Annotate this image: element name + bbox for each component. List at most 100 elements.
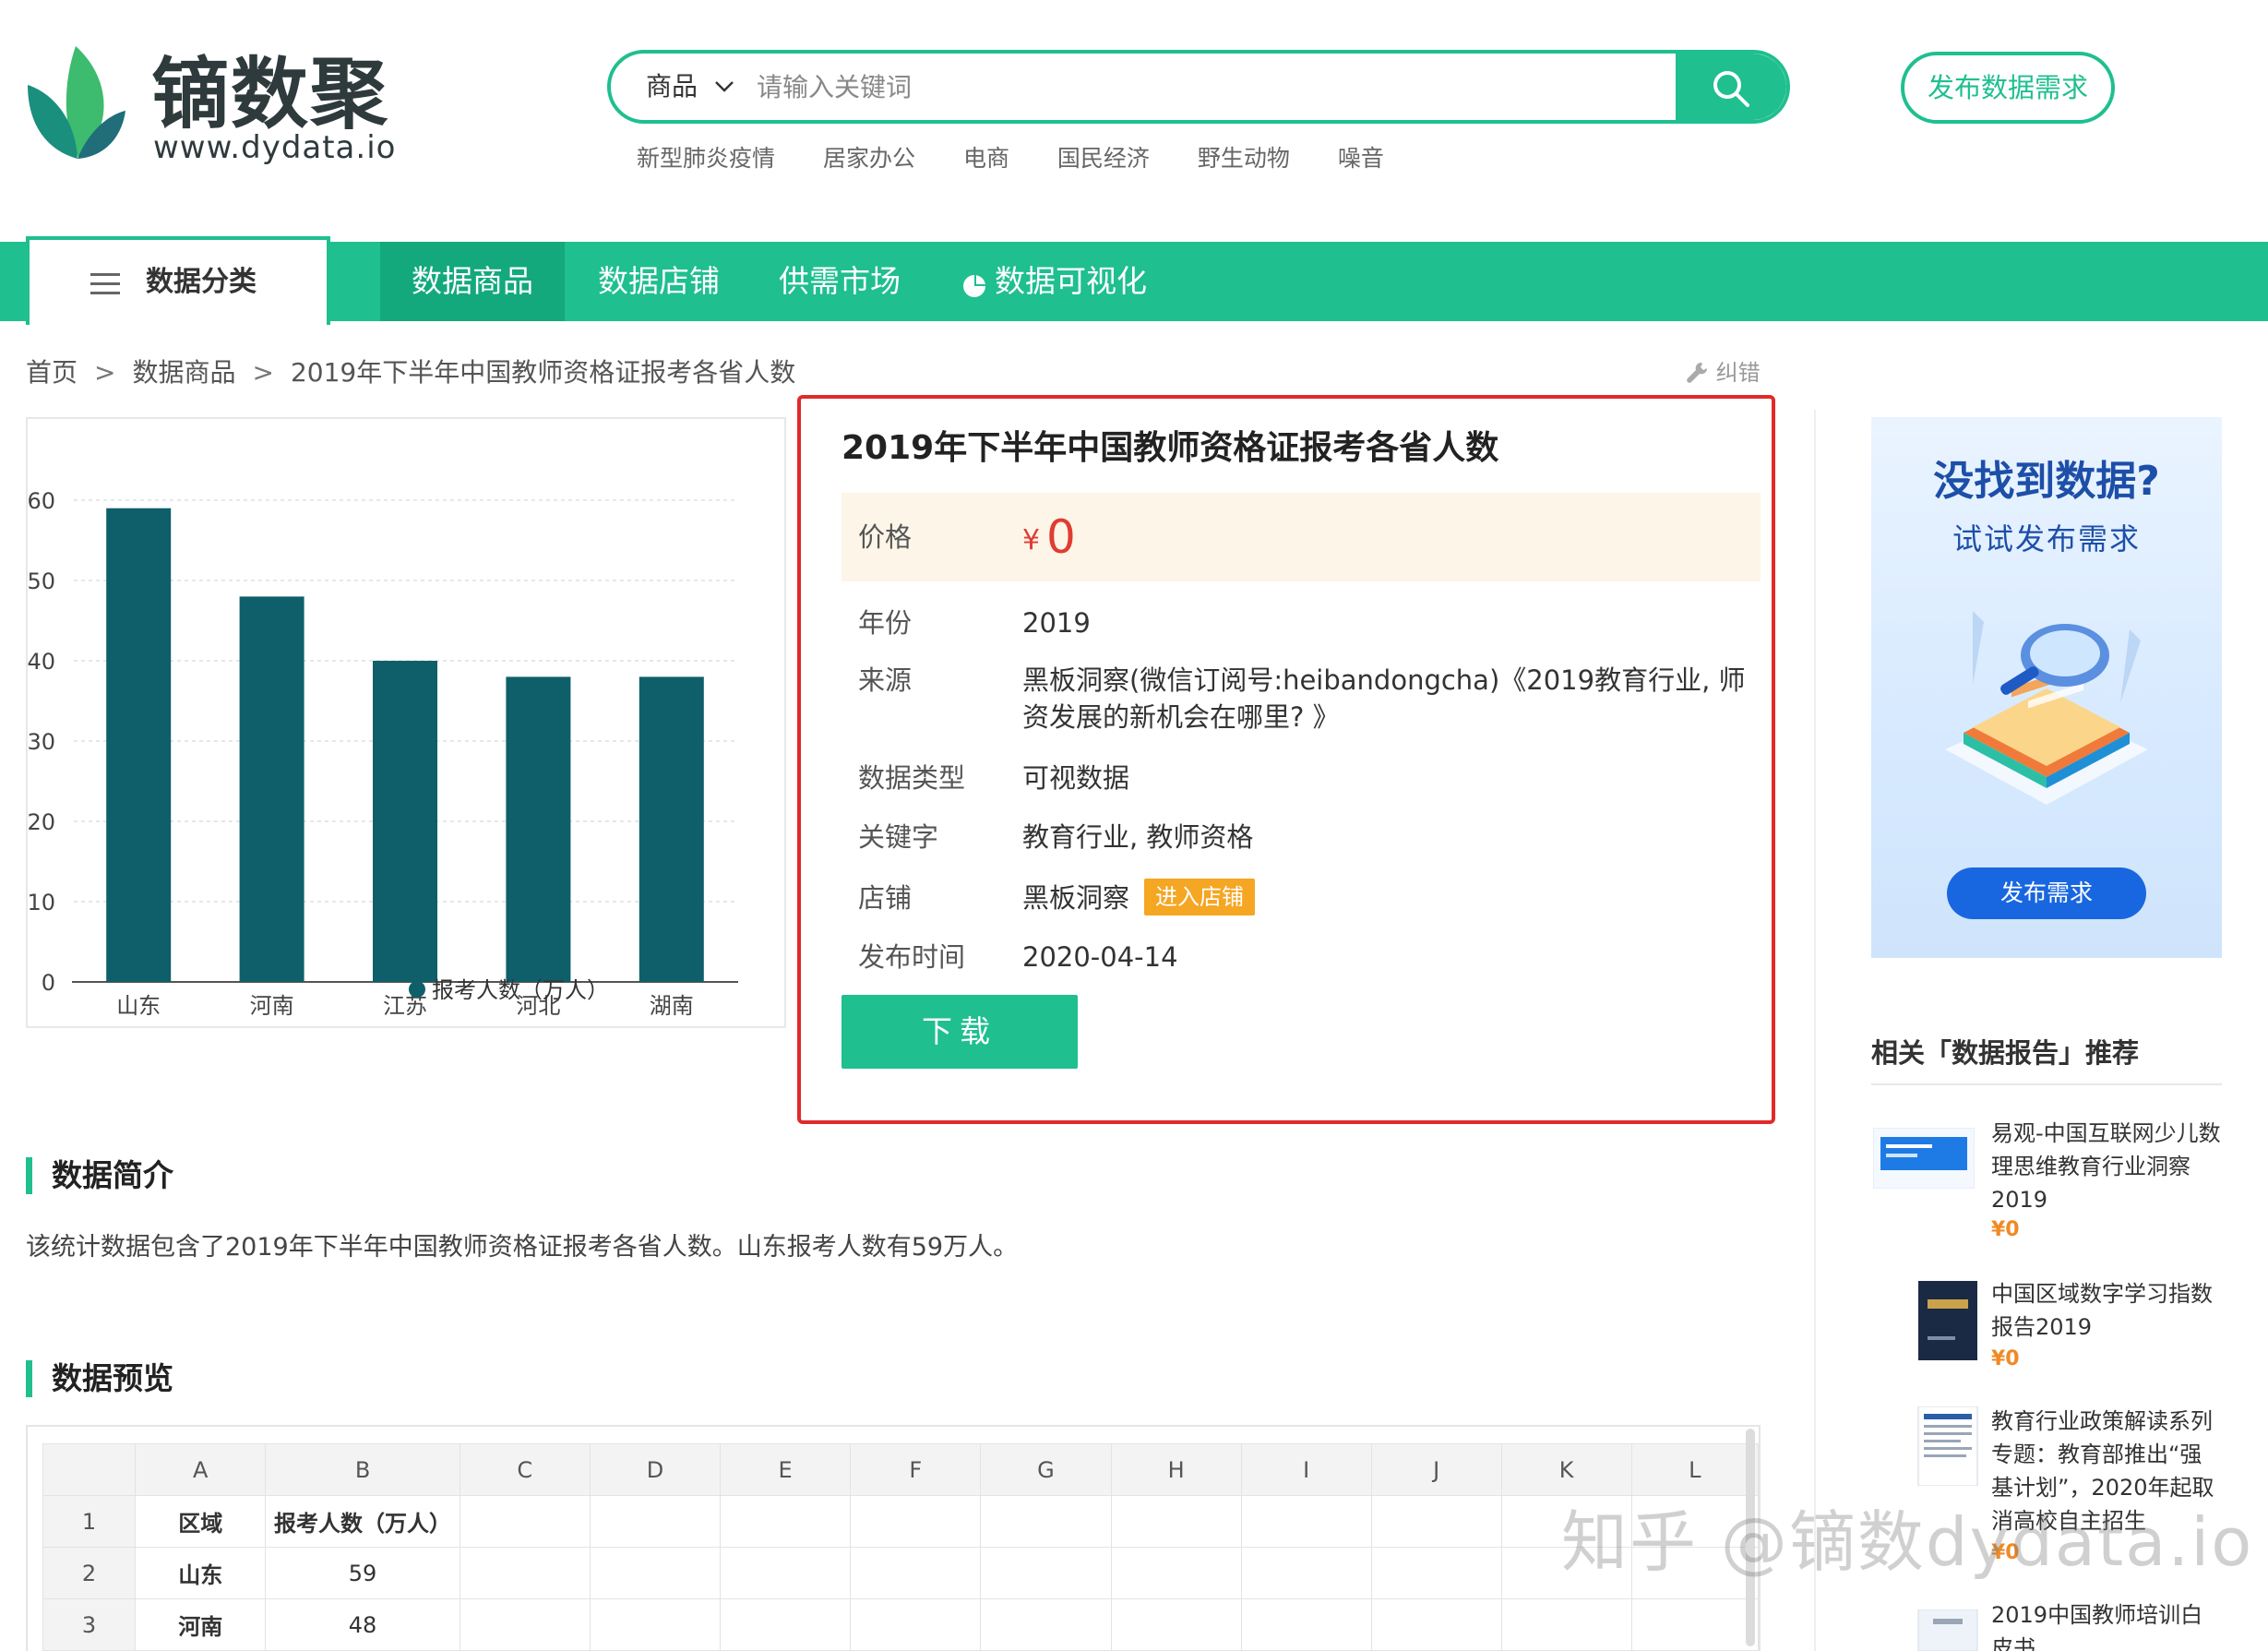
report-error-link[interactable]: 纠错: [1685, 356, 1761, 389]
column-header-row: A B C D E F G H I J K L: [42, 1443, 1759, 1496]
table-cell: 山东: [135, 1547, 267, 1599]
column-header: I: [1240, 1443, 1372, 1496]
price-currency: ¥: [1022, 524, 1041, 556]
banner-title: 没找到数据?: [1933, 458, 2160, 505]
table-cell: [589, 1547, 722, 1599]
column-header: E: [720, 1443, 852, 1496]
table-cell: [459, 1547, 591, 1599]
table-cell: [1630, 1598, 1759, 1651]
recommend-section-title: 相关「数据报告」推荐: [1871, 1037, 2140, 1069]
chevron-down-icon[interactable]: [712, 74, 736, 98]
x-tick-label: 江苏: [383, 993, 427, 1019]
x-tick-label: 湖南: [650, 993, 694, 1019]
report-thumbnail-1[interactable]: [1873, 1128, 1975, 1189]
table-row: 1 区域 报考人数（万人）: [42, 1495, 1759, 1548]
search-category-select[interactable]: 商品: [646, 54, 698, 120]
column-header: K: [1500, 1443, 1632, 1496]
nav-item-data-stores[interactable]: 数据店铺: [598, 242, 720, 321]
enter-store-button[interactable]: 进入店铺: [1144, 879, 1255, 915]
x-tick-label: 山东: [116, 993, 161, 1019]
section-marker: [26, 1360, 32, 1397]
store-value[interactable]: 黑板洞察: [1022, 879, 1129, 916]
report-thumbnail-4[interactable]: [1897, 1609, 1999, 1651]
publish-demand-banner[interactable]: 没找到数据? 试试发布需求 发布需求: [1871, 417, 2222, 958]
chart-bar: [106, 508, 172, 982]
y-tick-label: 40: [28, 649, 55, 675]
download-button[interactable]: 下载: [842, 995, 1078, 1069]
table-cell: [720, 1547, 852, 1599]
hot-word-link[interactable]: 野生动物: [1198, 145, 1290, 172]
publish-date-value: 2020-04-14: [1022, 941, 1178, 973]
legend-label: 报考人数（万人）: [432, 977, 609, 1003]
column-header: H: [1110, 1443, 1242, 1496]
search-button[interactable]: [1676, 54, 1786, 120]
column-header: A: [135, 1443, 267, 1496]
data-intro-title: 数据简介: [52, 1157, 173, 1193]
publish-demand-button[interactable]: 发布数据需求: [1901, 52, 2115, 124]
breadcrumb-separator: >: [252, 357, 274, 388]
table-cell: [589, 1598, 722, 1651]
y-tick-label: 30: [28, 729, 55, 755]
column-header: F: [850, 1443, 982, 1496]
report-thumbnail-3[interactable]: [1897, 1406, 1999, 1486]
column-divider: [1814, 410, 1816, 1651]
column-header: B: [265, 1443, 460, 1496]
banner-publish-button[interactable]: 发布需求: [1947, 867, 2146, 919]
breadcrumb-data-goods[interactable]: 数据商品: [132, 357, 235, 388]
table-cell: 河南: [135, 1598, 267, 1651]
table-row: 3 河南 48: [42, 1598, 1759, 1651]
table-cell: [459, 1598, 591, 1651]
keywords-value: 教育行业, 教师资格: [1022, 821, 1254, 853]
row-number: 2: [42, 1547, 137, 1599]
hot-word-link[interactable]: 噪音: [1338, 145, 1384, 172]
table-cell: [1370, 1547, 1502, 1599]
report-error-label: 纠错: [1715, 360, 1761, 386]
table-cell: [980, 1547, 1112, 1599]
chart-bar: [639, 676, 704, 982]
column-header: J: [1370, 1443, 1502, 1496]
report-thumbnail-2[interactable]: [1897, 1281, 1999, 1360]
table-cell: [980, 1598, 1112, 1651]
column-header: D: [589, 1443, 722, 1496]
source-value: 黑板洞察(微信订阅号:heibandongcha)《2019教育行业, 师资发展…: [1022, 664, 1746, 733]
nav-item-visualization[interactable]: 数据可视化: [995, 242, 1147, 321]
banner-subtitle: 试试发布需求: [1952, 521, 2141, 556]
table-cell: 报考人数（万人）: [265, 1495, 460, 1548]
table-cell: [850, 1598, 982, 1651]
chart-bar: [506, 676, 571, 982]
table-cell: [850, 1495, 982, 1548]
table-cell: [1370, 1598, 1502, 1651]
hot-word-link[interactable]: 新型肺炎疫情: [637, 145, 775, 172]
column-header: C: [459, 1443, 591, 1496]
nav-item-supply-demand[interactable]: 供需市场: [779, 242, 901, 321]
year-label: 年份: [858, 607, 913, 639]
price-label: 价格: [858, 521, 913, 553]
source-label: 来源: [858, 664, 913, 696]
column-header: L: [1630, 1443, 1759, 1496]
corner-cell: [42, 1443, 137, 1496]
hot-word-link[interactable]: 国民经济: [1057, 145, 1150, 172]
recommend-item-title[interactable]: 2019中国教师培训白皮书: [1991, 1598, 2222, 1651]
recommend-item-title[interactable]: 易观-中国互联网少儿数理思维教育行业洞察2019: [1991, 1117, 2222, 1216]
data-preview-sheet: A B C D E F G H I J K L 1 区域 报考人数（万人） 2 …: [26, 1425, 1761, 1651]
breadcrumb-home[interactable]: 首页: [26, 357, 78, 388]
table-cell: [720, 1495, 852, 1548]
y-tick-label: 10: [28, 890, 55, 915]
y-tick-label: 0: [42, 970, 55, 996]
menu-icon: [90, 273, 120, 294]
product-title: 2019年下半年中国教师资格证报考各省人数: [842, 429, 1499, 467]
chart-bar: [373, 661, 437, 982]
legend-marker: [409, 981, 425, 998]
recommend-item-title[interactable]: 中国区域数字学习指数报告2019: [1991, 1277, 2222, 1344]
nav-item-data-goods[interactable]: 数据商品: [380, 242, 565, 321]
recommend-item-price: ¥0: [1991, 1218, 2020, 1241]
site-logo-name[interactable]: 镝数聚: [151, 50, 389, 138]
table-cell: [980, 1495, 1112, 1548]
hot-word-link[interactable]: 电商: [963, 145, 1009, 172]
logo-leaf-icon: [28, 46, 125, 159]
pie-chart-icon: [963, 275, 985, 297]
data-category-menu[interactable]: 数据分类: [26, 236, 330, 325]
recommend-divider: [1871, 1083, 2222, 1085]
search-input[interactable]: [757, 54, 1587, 120]
hot-word-link[interactable]: 居家办公: [823, 145, 915, 172]
